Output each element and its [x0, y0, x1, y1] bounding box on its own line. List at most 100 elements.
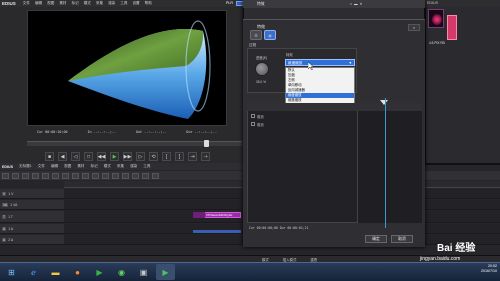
- transport-controls: ■ ◀ ◁ □ ◀◀ ▶ ▶▶ ▷ ⟲ [ ] ⇥ ⇢: [45, 152, 215, 161]
- timecode-bar: Cur 00:00:10;06 In --:--:--;-- Out --:--…: [27, 127, 227, 137]
- menu-view[interactable]: 视图: [47, 1, 54, 6]
- insert-icon[interactable]: ⇥: [188, 152, 197, 161]
- keyframe-ruler[interactable]: [247, 103, 422, 111]
- paste-icon[interactable]: [72, 172, 79, 179]
- settings-icon[interactable]: [152, 172, 159, 179]
- menu-edit[interactable]: 编辑: [51, 164, 58, 169]
- keyframe-area[interactable]: [357, 111, 422, 223]
- copy-icon[interactable]: [62, 172, 69, 179]
- prev-frame-icon[interactable]: ◀: [58, 152, 67, 161]
- playhead-marker-icon[interactable]: [380, 100, 388, 105]
- undo-icon[interactable]: [32, 172, 39, 179]
- render-icon[interactable]: [122, 172, 129, 179]
- stop-button[interactable]: □: [84, 152, 93, 161]
- menu-tools[interactable]: 工具: [120, 1, 127, 6]
- menu-render[interactable]: 渲染: [108, 1, 115, 6]
- play-icon[interactable]: ▶: [110, 152, 119, 161]
- track-name: 2 A: [8, 237, 14, 242]
- restore-icon[interactable]: □: [350, 2, 352, 6]
- bin-clip-label: 4:3 PIX RD: [429, 41, 445, 45]
- loop-icon[interactable]: ⟲: [149, 152, 158, 161]
- minimize-icon[interactable]: ▬: [354, 2, 357, 6]
- track-header-a1[interactable]: A1 A: [0, 224, 64, 234]
- overwrite-icon[interactable]: ⇢: [201, 152, 210, 161]
- rewind-button[interactable]: ◀◀: [97, 152, 106, 161]
- ok-button[interactable]: 确定: [365, 235, 387, 243]
- effect-row[interactable]: 卷页: [247, 113, 357, 119]
- menu-clip[interactable]: 素材: [77, 164, 84, 169]
- cut-icon[interactable]: [52, 172, 59, 179]
- track-type: VA: [2, 202, 9, 207]
- menu-mode[interactable]: 模式: [104, 164, 111, 169]
- track-header-va[interactable]: VA 1 VA: [0, 200, 64, 210]
- row-label: 卷页: [257, 114, 264, 119]
- menu-clip[interactable]: 素材: [59, 1, 66, 6]
- player-scrub-bar[interactable]: [27, 141, 242, 146]
- export-icon[interactable]: [132, 172, 139, 179]
- preset-icon[interactable]: ◉: [264, 30, 276, 40]
- stop-icon[interactable]: ■: [45, 152, 54, 161]
- effect-row[interactable]: 卷页: [247, 121, 357, 127]
- render-bar: [193, 230, 241, 233]
- progress-knob[interactable]: [255, 62, 269, 76]
- row-checkbox[interactable]: [251, 122, 255, 126]
- track-name: 1 A: [8, 226, 14, 231]
- menu-edit[interactable]: 编辑: [35, 1, 42, 6]
- edius-icon[interactable]: ▶: [90, 264, 109, 280]
- start-button-icon[interactable]: ⊞: [2, 264, 21, 280]
- menu-help[interactable]: 帮助: [145, 1, 152, 6]
- save-icon[interactable]: [22, 172, 29, 179]
- dialog-close-button[interactable]: ×: [408, 24, 420, 31]
- scrub-handle[interactable]: [204, 140, 209, 147]
- video-frame-image: [68, 20, 211, 119]
- ie-icon[interactable]: ℯ: [24, 264, 43, 280]
- track-header-v[interactable]: V1 V: [0, 189, 64, 199]
- set-in-icon[interactable]: [: [162, 152, 171, 161]
- wrench-icon[interactable]: ⚙: [250, 30, 262, 40]
- snap-icon[interactable]: [102, 172, 109, 179]
- progress-value: 35.0 %: [256, 80, 266, 84]
- menu-file[interactable]: 文件: [23, 1, 30, 6]
- menu-view[interactable]: 视图: [64, 164, 71, 169]
- cur-timecode: Cur 00:00:10;06: [36, 130, 68, 134]
- menu-render[interactable]: 渲染: [130, 164, 137, 169]
- menu-tools[interactable]: 工具: [143, 164, 150, 169]
- menu-capture[interactable]: 采集: [117, 164, 124, 169]
- active-app-icon[interactable]: ▶: [156, 264, 175, 280]
- bin-clip-thumbnail[interactable]: [428, 9, 444, 28]
- effect-type-select[interactable]: 维度缩放 ▼: [285, 59, 355, 66]
- folder-icon[interactable]: ▬: [46, 264, 65, 280]
- system-tray[interactable]: 20:52 2016/7/10: [415, 264, 500, 280]
- menu-marker[interactable]: 标记: [91, 164, 98, 169]
- select-value: 维度缩放: [288, 61, 303, 65]
- new-sequence-icon[interactable]: [2, 172, 9, 179]
- menu-file[interactable]: 文件: [38, 164, 45, 169]
- security-app-icon[interactable]: ◉: [112, 264, 131, 280]
- row-checkbox[interactable]: [251, 114, 255, 118]
- effect-type-label: 特效: [286, 53, 293, 57]
- menu-capture[interactable]: 采集: [96, 1, 103, 6]
- media-app-icon[interactable]: ▣: [134, 264, 153, 280]
- open-icon[interactable]: [12, 172, 19, 179]
- close-icon[interactable]: ✕: [359, 2, 362, 6]
- forward-button[interactable]: ▶▶: [123, 152, 132, 161]
- track-header-t[interactable]: T1 T: [0, 211, 64, 223]
- track-header-a2[interactable]: A2 A: [0, 235, 64, 245]
- menu-mode[interactable]: 模式: [84, 1, 91, 6]
- set-out-icon[interactable]: ]: [175, 152, 184, 161]
- ripple-icon[interactable]: [92, 172, 99, 179]
- menu-marker[interactable]: 标记: [72, 1, 79, 6]
- bin-clip-thumbnail-2[interactable]: [447, 15, 457, 40]
- delete-icon[interactable]: [82, 172, 89, 179]
- cancel-button[interactable]: 取消: [391, 235, 413, 243]
- rewind-icon[interactable]: ◁: [71, 152, 80, 161]
- next-frame-icon[interactable]: ▷: [136, 152, 145, 161]
- firefox-icon[interactable]: ●: [68, 264, 87, 280]
- zoom-icon[interactable]: [142, 172, 149, 179]
- track-name: 1 V: [8, 191, 14, 196]
- window-controls: □ ▬ ✕: [350, 1, 422, 7]
- status-mode: 模式: [262, 257, 269, 262]
- menu-settings[interactable]: 设置: [132, 1, 139, 6]
- redo-icon[interactable]: [42, 172, 49, 179]
- marker-icon[interactable]: [112, 172, 119, 179]
